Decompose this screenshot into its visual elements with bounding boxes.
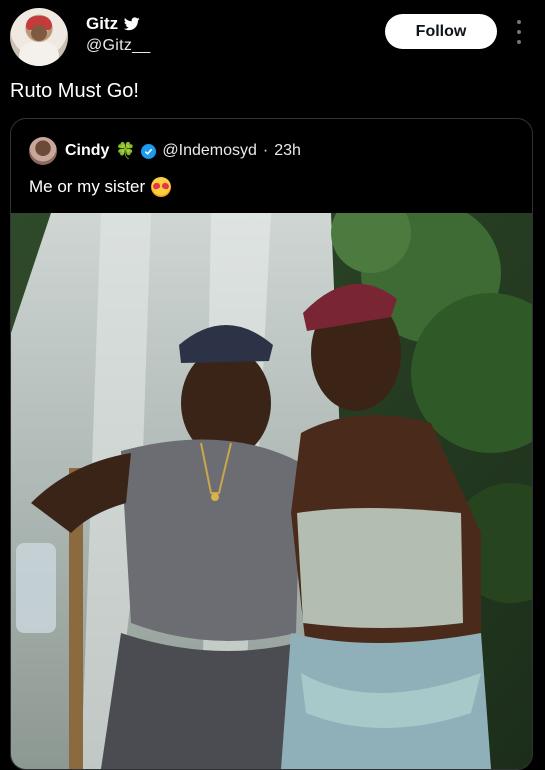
author-display-name[interactable]: Gitz [86, 14, 118, 34]
quoted-display-name[interactable]: Cindy [65, 142, 109, 160]
follow-button[interactable]: Follow [385, 14, 497, 49]
verified-badge-icon [141, 143, 157, 159]
author-name-row[interactable]: Gitz [86, 14, 140, 34]
quoted-tweet-card[interactable]: Cindy 🍀 @Indemosyd · 23h Me or my sister [10, 118, 533, 770]
author-handle[interactable]: @Gitz__ [86, 37, 151, 55]
quoted-author-row: Cindy 🍀 @Indemosyd · 23h [65, 141, 301, 161]
quoted-handle[interactable]: @Indemosyd [162, 142, 257, 160]
tweet-post: Gitz @Gitz__ Follow Ruto Must Go! Cindy … [0, 0, 545, 770]
quoted-tweet-text-row: Me or my sister [29, 177, 172, 197]
quoted-tweet-photo[interactable] [11, 213, 532, 769]
more-vertical-icon[interactable] [512, 20, 526, 44]
smiling-face-with-hearts-icon [151, 177, 172, 197]
twitter-bird-icon [124, 17, 140, 31]
quoted-tweet-text: Me or my sister [29, 177, 146, 196]
quoted-author-avatar[interactable] [29, 137, 57, 165]
author-avatar[interactable] [10, 8, 68, 66]
quoted-timestamp[interactable]: 23h [274, 142, 301, 160]
four-leaf-clover-icon: 🍀 [115, 143, 136, 160]
separator-dot: · [262, 142, 269, 159]
tweet-text: Ruto Must Go! [10, 80, 139, 102]
